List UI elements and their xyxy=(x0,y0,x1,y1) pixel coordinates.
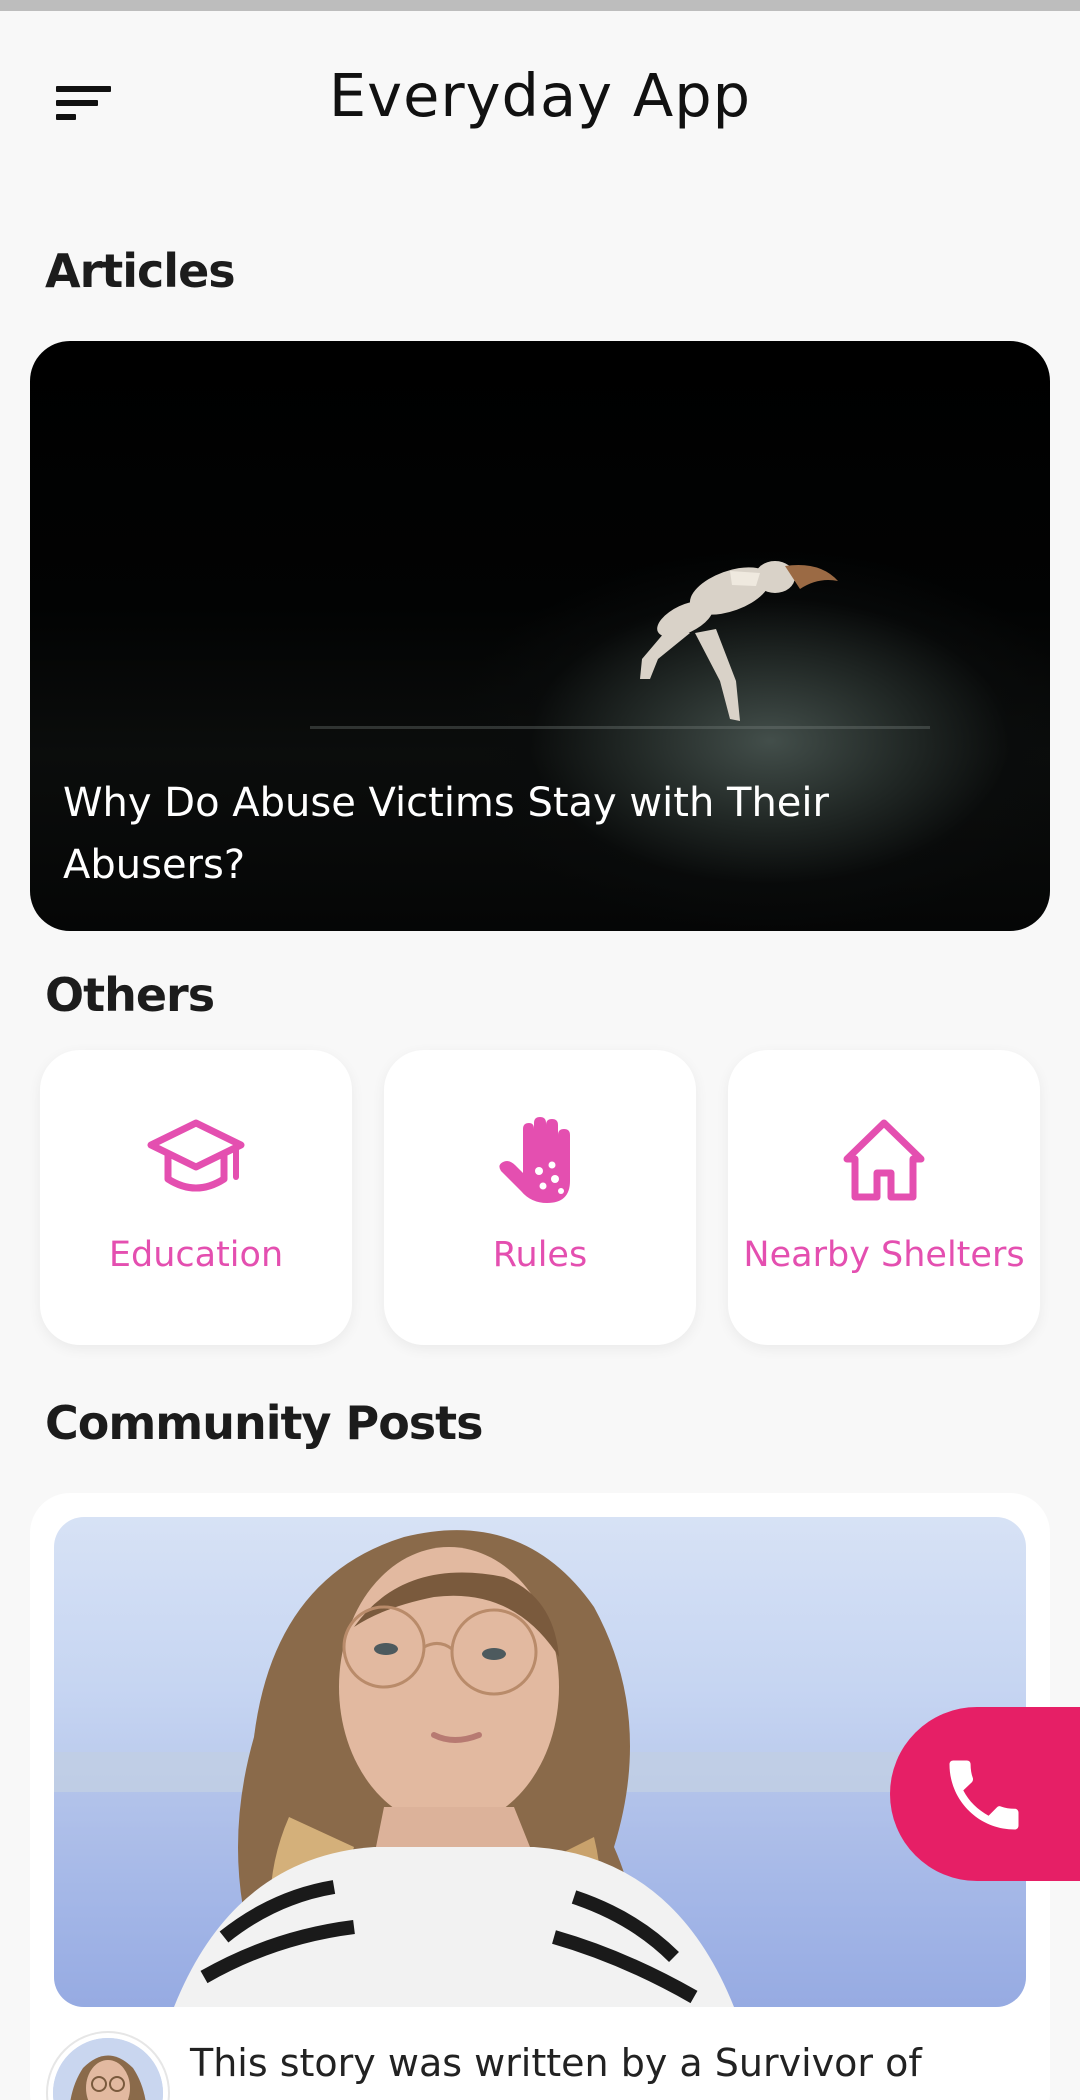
nearby-shelters-card[interactable]: Nearby Shelters xyxy=(728,1050,1040,1345)
rules-label: Rules xyxy=(492,1235,588,1275)
house-icon xyxy=(843,1119,925,1201)
others-heading: Others xyxy=(45,968,215,1022)
articles-heading: Articles xyxy=(45,244,236,298)
status-bar xyxy=(0,0,1080,11)
rules-card[interactable]: Rules xyxy=(384,1050,696,1345)
community-heading: Community Posts xyxy=(45,1396,484,1450)
phone-icon xyxy=(949,1760,1019,1830)
post-snippet: This story was written by a Survivor of xyxy=(190,2041,922,2085)
article-card[interactable]: Why Do Abuse Victims Stay with Their Abu… xyxy=(30,341,1050,931)
graduation-cap-icon xyxy=(147,1119,245,1192)
author-avatar[interactable] xyxy=(48,2033,168,2100)
article-title: Why Do Abuse Victims Stay with Their Abu… xyxy=(63,780,829,888)
nearby-shelters-label: Nearby Shelters xyxy=(743,1235,1025,1275)
post-image xyxy=(54,1517,1026,2007)
home-screen: Everyday App Articles Why Do Abuse Victi… xyxy=(0,0,1080,2100)
emergency-call-button[interactable] xyxy=(890,1707,1080,1881)
hand-icon xyxy=(499,1117,570,1203)
education-card[interactable]: Education xyxy=(40,1050,352,1345)
app-bar: Everyday App xyxy=(0,11,1080,171)
education-label: Education xyxy=(108,1235,284,1275)
app-title: Everyday App xyxy=(328,61,752,130)
others-grid: Education Rules Nearby Shelters xyxy=(40,1050,1040,1345)
